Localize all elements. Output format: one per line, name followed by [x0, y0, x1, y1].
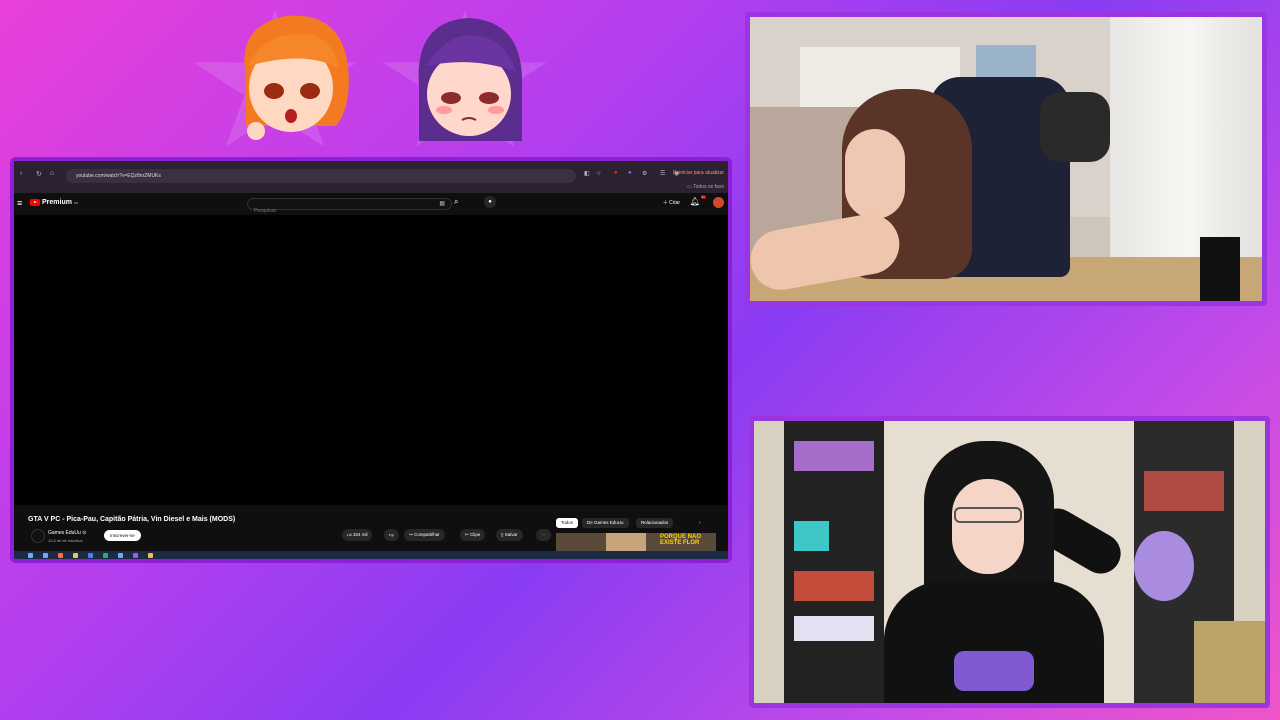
- taskbar-app-icon[interactable]: [73, 552, 78, 558]
- shelf-books: [794, 616, 874, 641]
- bookmarks-icon[interactable]: ☰: [660, 170, 665, 177]
- like-button[interactable]: 👍︎ 324 mil: [342, 529, 373, 541]
- logo-text: Premium: [42, 199, 72, 206]
- share-button[interactable]: ↪ Compartilhar: [404, 529, 445, 541]
- avatar[interactable]: [713, 197, 724, 208]
- youtube-play-icon: [30, 199, 40, 206]
- plush-toy: [1134, 531, 1194, 601]
- hamburger-icon[interactable]: ≡: [17, 198, 22, 208]
- search-icon[interactable]: ⌕: [454, 197, 458, 207]
- thumbnail-text: PORQUE NÃO EXISTE FLOR: [660, 534, 702, 546]
- shirt-print: [954, 651, 1034, 691]
- video-title: GTA V PC - Pica-Pau, Capitão Pátria, Vin…: [28, 516, 236, 523]
- logo-region: BR: [73, 200, 79, 205]
- verified-icon: ⊙: [82, 530, 87, 536]
- taskbar-app-icon[interactable]: [58, 552, 63, 558]
- bookmark-icon: ▯: [501, 532, 504, 537]
- restart-button[interactable]: Reiniciar para atualizar: [673, 170, 724, 176]
- video-player[interactable]: [14, 215, 728, 505]
- shelf-items: [794, 441, 874, 471]
- notification-badge: 9+: [700, 195, 706, 199]
- chip-related[interactable]: Relacionados: [636, 518, 674, 528]
- shelf-items: [794, 521, 829, 551]
- create-label: Criar: [669, 200, 680, 206]
- channel-name-text: Games EduUu: [48, 530, 81, 536]
- youtube-header: ≡ Premium BR ▦ ⌕ ● ＋ Criar 🔔︎ 9+: [14, 193, 728, 217]
- share-icon: ↪: [409, 532, 413, 537]
- search-icon[interactable]: [28, 552, 33, 558]
- back-icon[interactable]: ‹: [20, 170, 22, 177]
- shelf-books: [794, 571, 874, 601]
- extension-icon[interactable]: ◧: [584, 170, 590, 177]
- youtube-logo[interactable]: Premium BR: [30, 199, 78, 206]
- subscribe-button[interactable]: Inscrever-se: [104, 530, 141, 541]
- browser-window: ‹ ↻ ⌂ youtube.com/watch?v=EQz8nrZMUKs ◧ …: [10, 157, 732, 563]
- person-face: [845, 129, 905, 219]
- taskbar-app-icon[interactable]: [43, 552, 48, 558]
- save-button[interactable]: ▯ Salvar: [496, 529, 523, 541]
- taskbar-app-icon[interactable]: [103, 552, 108, 558]
- address-bar[interactable]: youtube.com/watch?v=EQz8nrZMUKs: [66, 169, 576, 183]
- favorites-label: Todos os favo: [693, 184, 724, 190]
- chip-channel[interactable]: De Games EduUu: [582, 518, 629, 528]
- taskbar-app-icon[interactable]: [133, 552, 138, 558]
- thumbnail-face: [606, 533, 646, 551]
- clip-label: Clipe: [470, 532, 481, 537]
- extension-icon[interactable]: ●: [628, 170, 632, 176]
- keyboard-icon[interactable]: ▦: [439, 200, 445, 207]
- clip-button[interactable]: ✂ Clipe: [460, 529, 486, 541]
- mic-arm: [1200, 237, 1240, 301]
- taskbar: [14, 551, 728, 559]
- shelf-books: [1144, 471, 1224, 511]
- reload-icon[interactable]: ↻: [36, 170, 42, 178]
- star-icon[interactable]: ☆: [596, 170, 601, 177]
- taskbar-app-icon[interactable]: [118, 552, 123, 558]
- chip-all[interactable]: Todos: [556, 518, 579, 528]
- puzzle-icon[interactable]: ⚙: [642, 170, 647, 177]
- channel-name[interactable]: Games EduUu ⊙: [48, 530, 86, 536]
- taskbar-app-icon[interactable]: [88, 552, 93, 558]
- thumbs-up-icon: 👍︎: [347, 532, 352, 537]
- webcam-feed-bottom: [749, 416, 1270, 708]
- related-video-thumbnail[interactable]: PORQUE NÃO EXISTE FLOR: [556, 533, 716, 551]
- favorites-folder[interactable]: ▭ Todos os favo: [687, 184, 724, 190]
- create-button[interactable]: ＋ Criar: [663, 199, 680, 206]
- clothes-pile: [1040, 92, 1110, 162]
- save-label: Salvar: [504, 532, 518, 537]
- search-box: ▦: [247, 198, 452, 217]
- purple-haired-mascot-emote: [418, 18, 523, 141]
- person-face: [952, 479, 1024, 574]
- bell-icon[interactable]: 🔔︎: [690, 197, 700, 206]
- taskbar-app-icon[interactable]: [148, 552, 153, 558]
- dislike-button[interactable]: 👎︎: [384, 529, 399, 541]
- glasses: [954, 507, 1022, 523]
- more-button[interactable]: ···: [536, 529, 551, 541]
- chevron-right-icon[interactable]: ›: [694, 518, 706, 528]
- scissors-icon: ✂: [465, 532, 469, 537]
- webcam-feed-top: [745, 12, 1267, 306]
- sofa: [1194, 621, 1265, 703]
- channel-avatar[interactable]: [31, 529, 45, 543]
- like-count: 324 mil: [352, 532, 368, 537]
- thumbs-down-icon: 👎︎: [389, 532, 394, 537]
- orange-haired-mascot-emote: [244, 15, 349, 140]
- extension-icon[interactable]: ●: [614, 170, 618, 176]
- subscriber-count: 12,6 mi de inscritos: [48, 538, 83, 543]
- share-label: Compartilhar: [414, 532, 440, 537]
- mic-icon[interactable]: ●: [484, 196, 496, 208]
- browser-toolbar: ‹ ↻ ⌂ youtube.com/watch?v=EQz8nrZMUKs ◧ …: [14, 161, 728, 193]
- home-icon[interactable]: ⌂: [50, 170, 54, 177]
